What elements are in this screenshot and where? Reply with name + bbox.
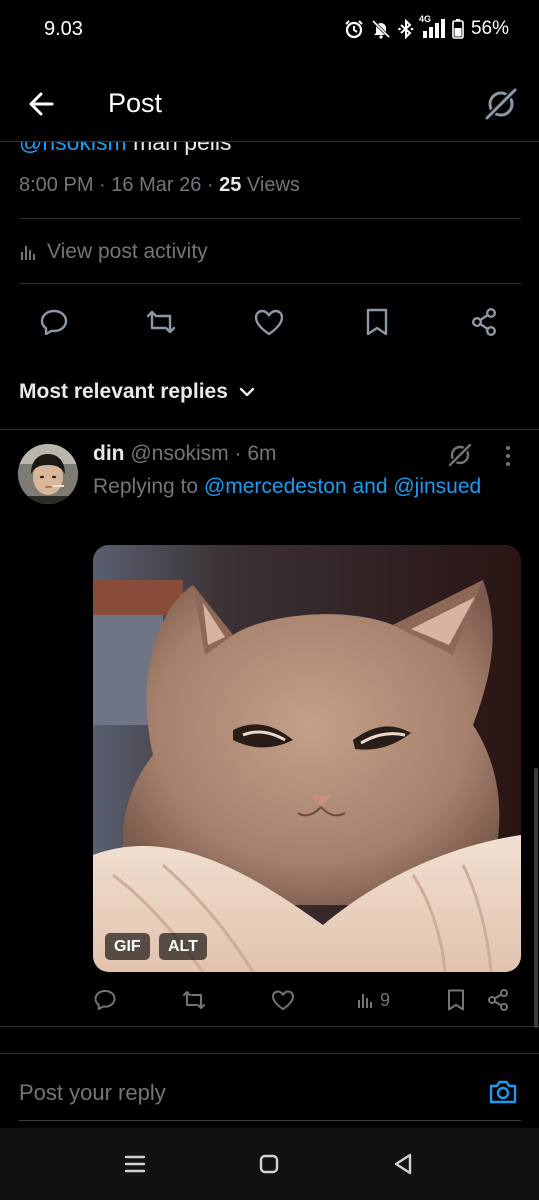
reply-author-name[interactable]: din <box>93 442 125 465</box>
post-views-label: Views <box>241 174 300 196</box>
reply-actions: 9 <box>0 984 539 1016</box>
bluetooth-icon <box>398 19 414 39</box>
reply-input-underline <box>19 1120 521 1121</box>
grok-icon <box>484 87 518 121</box>
home-icon <box>259 1154 279 1174</box>
reply-composer: Post your reply <box>0 1053 539 1123</box>
repost-icon <box>146 310 176 334</box>
post-date: 16 Mar 26 <box>111 174 202 196</box>
reply-header: din @nsokism · 6m <box>93 442 277 466</box>
bookmark-icon <box>366 308 388 336</box>
replying-to: Replying to @mercedeston and @jinsued <box>93 475 481 499</box>
divider <box>0 429 539 430</box>
cat-image <box>93 545 521 972</box>
reply-views-count: 9 <box>380 989 391 1010</box>
status-icons: 4G 56% <box>344 14 509 40</box>
view-post-activity[interactable]: View post activity <box>19 240 208 264</box>
gif-badge: GIF <box>105 933 150 960</box>
reply-repost-button[interactable] <box>181 986 207 1014</box>
like-button[interactable] <box>251 304 287 340</box>
repost-icon <box>183 991 205 1009</box>
analytics-icon <box>21 246 35 260</box>
top-bar: Post <box>0 66 539 142</box>
more-options-button[interactable] <box>498 444 518 468</box>
back-button[interactable] <box>24 86 60 122</box>
chevron-down-icon <box>239 387 255 397</box>
home-button[interactable] <box>255 1150 283 1178</box>
replies-sort-dropdown[interactable]: Most relevant replies <box>19 380 256 404</box>
system-navigation-bar <box>0 1128 539 1200</box>
replying-and: and <box>346 475 394 498</box>
like-icon <box>254 309 284 336</box>
grok-button[interactable] <box>481 84 521 124</box>
post-meta: 8:00 PM · 16 Mar 26 · 25 Views <box>19 174 300 197</box>
post-time: 8:00 PM <box>19 174 94 196</box>
avatar[interactable] <box>18 444 78 504</box>
reply-input[interactable]: Post your reply <box>19 1080 166 1106</box>
reply-reply-button[interactable] <box>93 986 117 1014</box>
recent-apps-button[interactable] <box>121 1150 149 1178</box>
signal-icon: 4G <box>419 14 445 39</box>
view-post-activity-label: View post activity <box>47 240 208 263</box>
share-button[interactable] <box>466 304 502 340</box>
bookmark-button[interactable] <box>359 304 395 340</box>
reply-like-button[interactable] <box>270 986 296 1014</box>
reply-button[interactable] <box>36 304 72 340</box>
analytics-icon <box>358 994 372 1008</box>
battery-icon <box>452 19 464 39</box>
post-views-count: 25 <box>219 174 242 196</box>
replies-sort-label: Most relevant replies <box>19 380 228 403</box>
replying-mention-2[interactable]: @jinsued <box>393 475 481 498</box>
mute-icon <box>371 19 391 39</box>
reply-icon <box>94 990 116 1010</box>
camera-button[interactable] <box>487 1076 519 1108</box>
share-icon <box>488 989 508 1011</box>
more-vertical-icon <box>506 446 510 466</box>
share-icon <box>471 308 497 337</box>
recent-apps-icon <box>124 1155 146 1173</box>
meta-separator: · <box>234 442 248 465</box>
meta-separator: · <box>99 174 112 196</box>
reply-share-button[interactable] <box>486 986 510 1014</box>
replying-mention-1[interactable]: @mercedeston <box>204 475 347 498</box>
meta-separator: · <box>206 174 220 196</box>
reply-grok-button[interactable] <box>446 441 474 469</box>
grok-icon <box>448 443 472 467</box>
alarm-icon <box>344 19 364 39</box>
replying-prefix: Replying to <box>93 475 204 498</box>
like-icon <box>272 990 294 1010</box>
back-triangle-icon <box>394 1153 412 1175</box>
status-bar: 9.03 4G 56% <box>0 0 539 60</box>
camera-icon <box>489 1080 517 1104</box>
reply-time: 6m <box>247 442 277 465</box>
divider <box>19 218 521 219</box>
system-back-button[interactable] <box>389 1150 417 1178</box>
reply-icon <box>40 309 68 336</box>
reply-views-button[interactable]: 9 <box>356 986 390 1014</box>
divider <box>19 283 521 284</box>
post-actions <box>0 300 539 344</box>
repost-button[interactable] <box>143 304 179 340</box>
divider <box>0 1026 539 1027</box>
arrow-left-icon <box>29 92 54 116</box>
reply-author-handle[interactable]: @nsokism <box>130 442 228 465</box>
reply-media-gif[interactable]: GIF ALT <box>93 545 521 972</box>
status-time: 9.03 <box>44 18 83 40</box>
reply-bookmark-button[interactable] <box>445 986 467 1014</box>
network-type: 4G <box>418 14 431 24</box>
page-title: Post <box>108 88 163 118</box>
alt-text-button[interactable]: ALT <box>159 933 207 960</box>
bookmark-icon <box>448 989 464 1011</box>
scrollbar-thumb[interactable] <box>534 768 538 1028</box>
battery-percent: 56% <box>470 18 509 39</box>
